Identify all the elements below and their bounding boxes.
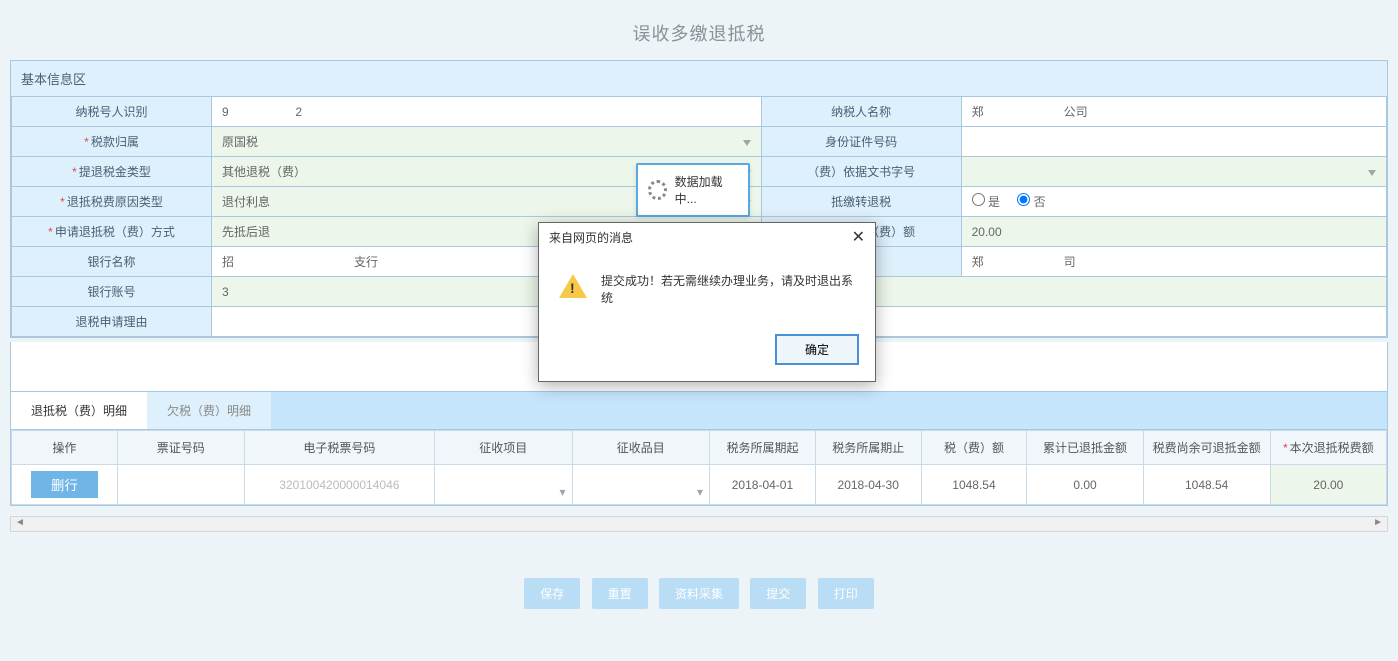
label-doc-no: （费）依据文书字号 <box>761 157 961 187</box>
loading-toast: 数据加载中... <box>636 163 750 217</box>
label-taxpayer-id: 纳税号人识别 <box>12 97 212 127</box>
th-cert: 票证号码 <box>117 431 244 465</box>
footer-toolbar: 保存 重置 资料采集 提交 打印 <box>0 578 1398 609</box>
radio-transfer-flag[interactable]: 是 否 <box>961 187 1386 217</box>
cell-cert <box>117 465 244 505</box>
tabs: 退抵税（费）明细 欠税（费）明细 <box>10 392 1388 430</box>
cell-item[interactable] <box>572 465 710 505</box>
horizontal-scrollbar[interactable] <box>10 516 1388 532</box>
collect-button[interactable]: 资料采集 <box>659 578 739 609</box>
cell-amount: 1048.54 <box>921 465 1027 505</box>
section-header: 基本信息区 <box>11 61 1387 96</box>
label-apply-method: *申请退抵税（费）方式 <box>12 217 212 247</box>
cell-this[interactable]: 20.00 <box>1270 465 1386 505</box>
th-pstart: 税务所属期起 <box>710 431 816 465</box>
save-button[interactable]: 保存 <box>524 578 580 609</box>
cell-remain: 1048.54 <box>1143 465 1270 505</box>
radio-no[interactable] <box>1017 193 1030 206</box>
value-taxpayer-id: 9 2 <box>212 97 762 127</box>
th-eticket: 电子税票号码 <box>244 431 434 465</box>
th-this: *本次退抵税费额 <box>1270 431 1386 465</box>
cell-eticket: 320100420000014046 <box>244 465 434 505</box>
cell-pend: 2018-04-30 <box>815 465 921 505</box>
select-doc-no[interactable] <box>961 157 1386 187</box>
confirm-modal: 来自网页的消息 ✕ 提交成功！若无需继续办理业务，请及时退出系统 确定 <box>538 222 876 382</box>
value-id-number <box>961 127 1386 157</box>
modal-ok-button[interactable]: 确定 <box>775 334 859 365</box>
label-refund-type: *提退税金类型 <box>12 157 212 187</box>
detail-grid: 操作 票证号码 电子税票号码 征收项目 征收品目 税务所属期起 税务所属期止 税… <box>11 430 1387 505</box>
modal-message: 提交成功！若无需继续办理业务，请及时退出系统 <box>601 272 855 306</box>
loading-text: 数据加载中... <box>675 173 738 207</box>
cell-op: 删行 <box>12 465 118 505</box>
spinner-icon <box>648 180 667 200</box>
label-bank-account: 银行账号 <box>12 277 212 307</box>
th-proj: 征收项目 <box>435 431 573 465</box>
th-pend: 税务所属期止 <box>815 431 921 465</box>
radio-yes[interactable] <box>972 193 985 206</box>
reset-button[interactable]: 重置 <box>592 578 648 609</box>
cell-proj[interactable] <box>435 465 573 505</box>
delete-row-button[interactable]: 删行 <box>31 471 98 498</box>
modal-title-text: 来自网页的消息 <box>549 229 633 246</box>
submit-button[interactable]: 提交 <box>750 578 806 609</box>
tab-refund-detail[interactable]: 退抵税（费）明细 <box>11 392 147 429</box>
tab-owed-detail[interactable]: 欠税（费）明细 <box>147 392 271 429</box>
print-button[interactable]: 打印 <box>818 578 874 609</box>
th-item: 征收品目 <box>572 431 710 465</box>
label-reason: 退税申请理由 <box>12 307 212 337</box>
label-reason-type: *退抵税费原因类型 <box>12 187 212 217</box>
th-remain: 税费尚余可退抵金额 <box>1143 431 1270 465</box>
select-tax-attr[interactable]: 原国税 <box>212 127 762 157</box>
value-account-name: 郑 司 <box>961 247 1386 277</box>
label-transfer-flag: 抵缴转退税 <box>761 187 961 217</box>
th-amount: 税（费）额 <box>921 431 1027 465</box>
table-row: 删行 320100420000014046 2018-04-01 2018-04… <box>12 465 1387 505</box>
label-id-number: 身份证件号码 <box>761 127 961 157</box>
cell-refunded: 0.00 <box>1027 465 1143 505</box>
label-tax-attr: *税款归属 <box>12 127 212 157</box>
close-icon[interactable]: ✕ <box>852 230 865 246</box>
th-refunded: 累计已退抵金额 <box>1027 431 1143 465</box>
warning-icon <box>559 274 587 298</box>
label-bank-name: 银行名称 <box>12 247 212 277</box>
th-op: 操作 <box>12 431 118 465</box>
label-taxpayer-name: 纳税人名称 <box>761 97 961 127</box>
value-taxpayer-name: 郑 公司 <box>961 97 1386 127</box>
value-apply-amount[interactable]: 20.00 <box>961 217 1386 247</box>
page-title: 误收多缴退抵税 <box>0 0 1398 60</box>
grid-wrap: 操作 票证号码 电子税票号码 征收项目 征收品目 税务所属期起 税务所属期止 税… <box>10 430 1388 506</box>
cell-pstart: 2018-04-01 <box>710 465 816 505</box>
